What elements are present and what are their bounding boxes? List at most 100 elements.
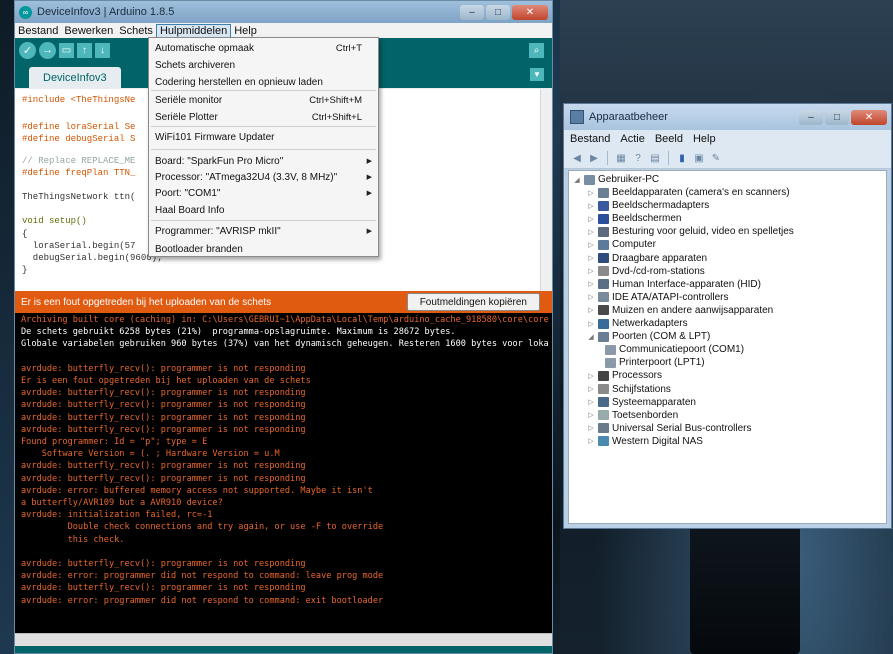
minimize-button[interactable]: – xyxy=(460,4,484,20)
dm-close-button[interactable]: ✕ xyxy=(851,109,887,125)
uninstall-icon[interactable]: ✎ xyxy=(709,151,723,165)
speaker-icon xyxy=(598,226,609,237)
device-category[interactable]: ▷ Draagbare apparaten xyxy=(587,252,707,265)
arduino-footer xyxy=(15,646,552,653)
open-sketch-button[interactable]: ↑ xyxy=(77,42,92,58)
expand-arrow-icon[interactable]: ▷ xyxy=(587,372,595,380)
device-category[interactable]: ▷ Dvd-/cd-rom-stations xyxy=(587,265,705,278)
device-category[interactable]: ▷ Universal Serial Bus-controllers xyxy=(587,422,751,435)
device-category[interactable]: ▷ Beeldapparaten (camera's en scanners) xyxy=(587,186,789,199)
device-category-label: Muizen en andere aanwijsapparaten xyxy=(612,304,774,316)
copy-errors-button[interactable]: Foutmeldingen kopiëren xyxy=(406,293,540,311)
expand-arrow-icon[interactable]: ▷ xyxy=(587,241,595,249)
device-category[interactable]: ▷ Western Digital NAS xyxy=(587,435,703,448)
expand-arrow-icon[interactable]: ▷ xyxy=(587,280,595,288)
expand-arrow-icon[interactable]: ▷ xyxy=(587,189,595,197)
device-category[interactable]: ▷ Processors xyxy=(587,369,662,382)
expand-arrow-icon[interactable]: ▷ xyxy=(587,202,595,210)
tab-menu-icon[interactable]: ▼ xyxy=(530,68,544,81)
sketch-tab[interactable]: DeviceInfov3 xyxy=(29,67,121,88)
console-line: Found programmer: Id = "p"; type = E xyxy=(21,437,208,447)
forward-arrow-icon[interactable]: ▶ xyxy=(587,151,601,165)
device-category[interactable]: ▷ IDE ATA/ATAPI-controllers xyxy=(587,291,728,304)
port-device[interactable]: Printerpoort (LPT1) xyxy=(605,356,705,369)
help-icon[interactable]: ? xyxy=(631,151,645,165)
serial-monitor-icon[interactable]: ⌕ xyxy=(529,42,544,58)
close-button[interactable]: ✕ xyxy=(512,4,548,20)
tools-menu-item[interactable]: Codering herstellen en opnieuw laden xyxy=(155,75,372,89)
dm-menu-bestand[interactable]: Bestand xyxy=(570,133,610,145)
expand-arrow-icon[interactable]: ▷ xyxy=(587,398,595,406)
menu-schets[interactable]: Schets xyxy=(116,25,156,37)
tree-root[interactable]: ◢ Gebruiker-PC xyxy=(573,173,659,186)
device-category[interactable]: ▷ Muizen en andere aanwijsapparaten xyxy=(587,304,773,317)
expand-arrow-icon[interactable]: ▷ xyxy=(587,293,595,301)
device-category[interactable]: ▷ Toetsenborden xyxy=(587,409,678,422)
tools-menu-item-label: Board: "SparkFun Pro Micro" xyxy=(155,155,284,167)
menu-help[interactable]: Help xyxy=(231,25,260,37)
device-category[interactable]: ▷ Besturing voor geluid, video en spellet… xyxy=(587,225,793,238)
tools-menu-item[interactable]: Board: "SparkFun Pro Micro" ▶ xyxy=(155,154,372,168)
dm-menu-beeld[interactable]: Beeld xyxy=(655,133,683,145)
tools-menu-item[interactable]: Seriële Plotter Ctrl+Shift+L xyxy=(155,110,372,124)
device-category[interactable]: ▷ Beeldschermadapters xyxy=(587,199,709,212)
tools-menu-item[interactable]: Programmer: "AVRISP mkII" ▶ xyxy=(155,224,372,238)
dm-menu-actie[interactable]: Actie xyxy=(620,133,644,145)
upload-button[interactable]: → xyxy=(39,41,56,59)
collapse-arrow-icon[interactable]: ◢ xyxy=(587,333,595,341)
expand-arrow-icon[interactable]: ▷ xyxy=(587,424,595,432)
maximize-button[interactable]: □ xyxy=(486,4,510,20)
device-category[interactable]: ▷ Human Interface-apparaten (HID) xyxy=(587,278,761,291)
dm-minimize-button[interactable]: – xyxy=(799,109,823,125)
menu-bewerken[interactable]: Bewerken xyxy=(61,25,116,37)
device-category[interactable]: ▷ Schijfstations xyxy=(587,383,671,396)
save-sketch-button[interactable]: ↓ xyxy=(95,42,110,58)
expand-arrow-icon[interactable]: ▷ xyxy=(587,385,595,393)
scan-hardware-icon[interactable]: ▣ xyxy=(692,151,706,165)
dm-maximize-button[interactable]: □ xyxy=(825,109,849,125)
collapse-arrow-icon[interactable]: ◢ xyxy=(573,176,581,184)
expand-arrow-icon[interactable]: ▷ xyxy=(587,254,595,262)
device-category-label: Computer xyxy=(612,239,656,251)
expand-arrow-icon[interactable]: ▷ xyxy=(587,411,595,419)
tools-menu-item[interactable]: Bootloader branden xyxy=(155,242,372,256)
update-driver-icon[interactable]: ▮ xyxy=(675,151,689,165)
tools-menu-item[interactable]: WiFi101 Firmware Updater xyxy=(155,130,372,144)
verify-button[interactable]: ✓ xyxy=(19,41,36,59)
properties-icon[interactable]: ▦ xyxy=(614,151,628,165)
device-category[interactable]: ▷ Netwerkadapters xyxy=(587,317,687,330)
menu-bestand[interactable]: Bestand xyxy=(15,25,61,37)
menu-shortcut: Ctrl+T xyxy=(335,42,362,54)
dm-menu-help[interactable]: Help xyxy=(693,133,716,145)
device-category-label: Poorten (COM & LPT) xyxy=(612,331,711,343)
device-manager-titlebar[interactable]: Apparaatbeheer – □ ✕ xyxy=(564,104,891,130)
tools-menu-item[interactable]: Automatische opmaak Ctrl+T xyxy=(155,41,372,55)
expand-arrow-icon[interactable]: ▷ xyxy=(587,267,595,275)
tools-menu-item[interactable]: Poort: "COM1" ▶ xyxy=(155,186,372,200)
editor-scrollbar[interactable] xyxy=(540,89,551,291)
new-sketch-button[interactable]: ▭ xyxy=(59,42,74,58)
console-horizontal-scrollbar[interactable] xyxy=(15,633,552,646)
device-category[interactable]: ▷ Systeemapparaten xyxy=(587,396,696,409)
device-category[interactable]: ▷ Beeldschermen xyxy=(587,212,681,225)
expand-arrow-icon[interactable]: ▷ xyxy=(587,437,595,445)
expand-arrow-icon[interactable]: ▷ xyxy=(587,306,595,314)
tools-menu-item[interactable]: Seriële monitor Ctrl+Shift+M xyxy=(155,93,372,107)
output-console[interactable]: Archiving built core (caching) in: C:\Us… xyxy=(15,313,552,633)
tools-menu-item[interactable]: Haal Board Info xyxy=(155,203,372,217)
arduino-titlebar[interactable]: ∞ DeviceInfov3 | Arduino 1.8.5 – □ ✕ xyxy=(15,1,552,23)
nas-icon xyxy=(598,436,609,447)
device-category[interactable]: ◢ Poorten (COM & LPT) xyxy=(587,330,710,343)
menu-hulpmiddelen[interactable]: Hulpmiddelen xyxy=(155,23,232,38)
expand-arrow-icon[interactable]: ▷ xyxy=(587,320,595,328)
expand-arrow-icon[interactable]: ▷ xyxy=(587,215,595,223)
expand-arrow-icon[interactable]: ▷ xyxy=(587,228,595,236)
tools-menu-item[interactable]: Processor: "ATmega32U4 (3.3V, 8 MHz)" ▶ xyxy=(155,170,372,184)
device-category-label: Draagbare apparaten xyxy=(612,252,708,264)
tools-menu-item[interactable]: Schets archiveren xyxy=(155,58,372,72)
back-arrow-icon[interactable]: ◀ xyxy=(570,151,584,165)
device-category[interactable]: ▷ Computer xyxy=(587,238,656,251)
port-icon xyxy=(605,357,616,368)
port-device[interactable]: Communicatiepoort (COM1) xyxy=(605,343,744,356)
show-hidden-icon[interactable]: ▤ xyxy=(648,151,662,165)
